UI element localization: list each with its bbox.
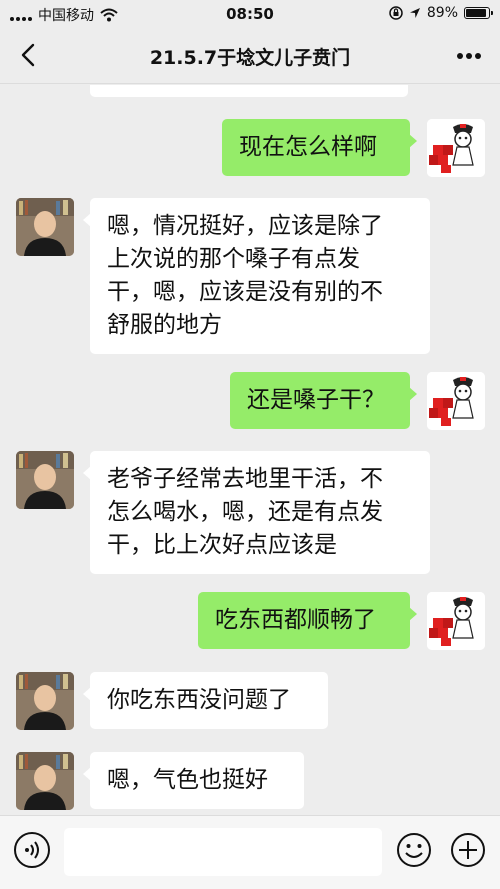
message-bubble-incoming[interactable]: 嗯，情况挺好，应该是除了 上次说的那个嗓子有点发 干，嗯，应该是没有别的不 舒服… [83, 198, 430, 354]
message-line: 嗯，情况挺好，应该是除了 [107, 213, 383, 239]
contact-photo [16, 672, 74, 730]
previous-message-bubble [90, 85, 408, 97]
back-arrow-icon[interactable] [14, 40, 44, 70]
message-text: 嗯，气色也挺好 [107, 767, 268, 793]
location-icon [409, 8, 420, 18]
battery-fill [466, 9, 486, 17]
chat-title: 21.5.7于埝文儿子贲门 [149, 47, 351, 69]
plus-icon[interactable] [450, 832, 486, 868]
avatar-contact[interactable] [16, 451, 74, 509]
message-line: 干，嗯，应该是没有别的不 [107, 279, 383, 305]
avatar-contact[interactable] [16, 752, 74, 810]
more-dots-icon[interactable] [454, 42, 484, 70]
message-bubble-outgoing[interactable]: 现在怎么样啊 [222, 119, 417, 176]
battery-percent: 89% [426, 5, 458, 21]
nurse-avatar-icon [427, 372, 485, 430]
chat-header: 21.5.7于埝文儿子贲门 [0, 28, 500, 84]
message-line: 上次说的那个嗓子有点发 [107, 246, 360, 272]
battery-icon [464, 7, 493, 19]
message-input[interactable] [64, 828, 382, 876]
avatar-contact[interactable] [16, 198, 74, 256]
message-list[interactable]: 现在怎么样啊 嗯，情况挺好，应该是除了 上次说的那个嗓子有点发 干，嗯，应该是没… [0, 85, 500, 815]
status-right: 89% [389, 5, 493, 21]
message-bubble-outgoing[interactable]: 还是嗓子干？ [230, 372, 417, 429]
message-line: 老爷子经常去地里干活，不 [107, 466, 383, 492]
input-bar [0, 815, 500, 889]
message-line: 舒服的地方 [107, 312, 222, 338]
status-bar: 中国移动 08:50 89% [0, 0, 500, 28]
avatar-self[interactable] [427, 592, 485, 650]
nurse-avatar-icon [427, 592, 485, 650]
contact-photo [16, 198, 74, 256]
message-line: 怎么喝水，嗯，还是有点发 [107, 499, 383, 525]
message-text: 你吃东西没问题了 [107, 687, 291, 713]
avatar-self[interactable] [427, 372, 485, 430]
message-bubble-outgoing[interactable]: 吃东西都顺畅了 [198, 592, 417, 649]
avatar-self[interactable] [427, 119, 485, 177]
nurse-avatar-icon [427, 119, 485, 177]
message-text: 吃东西都顺畅了 [215, 607, 376, 633]
contact-photo [16, 752, 74, 810]
message-bubble-incoming[interactable]: 老爷子经常去地里干活，不 怎么喝水，嗯，还是有点发 干，比上次好点应该是 [83, 451, 430, 574]
emoji-icon[interactable] [396, 832, 432, 868]
message-text: 现在怎么样啊 [239, 134, 377, 160]
rotation-lock-icon [389, 6, 403, 20]
message-bubble-incoming[interactable]: 嗯，气色也挺好 [83, 752, 304, 809]
avatar-contact[interactable] [16, 672, 74, 730]
voice-icon[interactable] [14, 832, 50, 868]
message-bubble-incoming[interactable]: 你吃东西没问题了 [83, 672, 328, 729]
message-text: 还是嗓子干？ [247, 387, 385, 413]
message-line: 干，比上次好点应该是 [107, 532, 337, 558]
contact-photo [16, 451, 74, 509]
